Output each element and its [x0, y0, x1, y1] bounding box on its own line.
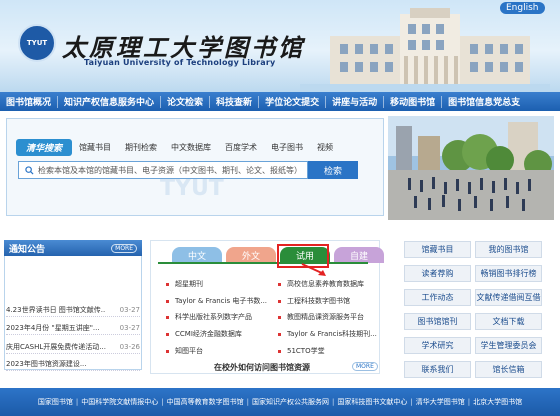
nav-item-ip-center[interactable]: 知识产权信息服务中心 [58, 95, 160, 108]
footer-link[interactable]: 清华大学图书馆 [416, 397, 465, 407]
footer-separator: | [246, 398, 249, 406]
search-tab-tsinghua[interactable]: 清华搜索 [16, 139, 73, 156]
notice-title: 通知公告 [9, 244, 46, 255]
search-tab-catalog[interactable]: 馆藏书目 [72, 142, 118, 153]
site-footer: 国家图书馆 | 中国科学院文献情报中心 | 中国高等教育数字图书馆 | 国家知识产权公… [0, 388, 560, 416]
quick-link-contact[interactable]: 联系我们 [404, 361, 471, 378]
footer-link[interactable]: 国家知识产权公共服务网 [252, 397, 329, 407]
notice-item[interactable]: 庆用CASHL开展免费传递活动... 03-26 [6, 340, 140, 354]
footer-separator: | [332, 398, 335, 406]
notice-item-date: 03-27 [119, 305, 140, 314]
footer-separator: | [161, 398, 164, 406]
quick-link-student-committee[interactable]: 学生管理委员会 [475, 337, 542, 354]
search-watermark: TYUT [160, 176, 224, 201]
nav-item-paper-search[interactable]: 论文检索 [161, 95, 209, 108]
quick-link-director-mailbox[interactable]: 馆长信箱 [475, 361, 542, 378]
search-tab-ebooks[interactable]: 电子图书 [264, 142, 310, 153]
notice-item[interactable]: 2023年4月份 "星期五讲座"... 03-27 [6, 321, 140, 335]
footer-link[interactable]: 中国高等教育数字图书馆 [167, 397, 244, 407]
campus-photo [388, 116, 554, 220]
english-site-link[interactable]: English [500, 2, 545, 14]
quick-link-library-journal[interactable]: 图书馆馆刊 [404, 313, 471, 330]
bullet-icon [278, 349, 281, 353]
search-tab-video[interactable]: 视频 [310, 142, 340, 153]
notice-more-button[interactable]: MORE [111, 243, 137, 253]
res-item[interactable]: Taylor & Francis科技期刊... [278, 328, 378, 340]
bullet-icon [278, 299, 281, 303]
res-tab-foreign[interactable]: 外文 [226, 247, 276, 263]
bullet-icon [166, 332, 169, 336]
quick-link-bestsellers[interactable]: 畅销图书排行榜 [475, 265, 542, 282]
main-nav: 图书馆概况 知识产权信息服务中心 论文检索 科技查新 学位论文提交 讲座与活动 … [0, 92, 560, 111]
res-item[interactable]: 超星期刊 [166, 278, 274, 290]
nav-item-mobile-library[interactable]: 移动图书馆 [384, 95, 441, 108]
footer-separator: | [467, 398, 471, 406]
notice-item-text: 4.23世界读书日 图书馆文献传... [6, 305, 106, 314]
off-campus-access-link[interactable]: 在校外如何访问图书馆资源 [214, 362, 310, 373]
notice-item-date: 03-27 [119, 323, 140, 332]
res-item[interactable]: Taylor & Francis 电子书数... [166, 295, 274, 307]
arrow-annotation-icon [301, 263, 326, 276]
res-item[interactable]: 高校信息素养教育数据库 [278, 278, 378, 290]
bullet-icon [166, 315, 169, 319]
search-tabs: 清华搜索 馆藏书目 期刊检索 中文数据库 百度学术 电子图书 视频 [16, 139, 340, 156]
notice-item-text: 2023年4月份 "星期五讲座"... [6, 323, 100, 332]
search-tab-journals[interactable]: 期刊检索 [118, 142, 164, 153]
res-tab-chinese[interactable]: 中文 [172, 247, 222, 263]
quick-link-research[interactable]: 学术研究 [404, 337, 471, 354]
quick-link-document-delivery[interactable]: 文献传递借阅互借 [475, 289, 542, 306]
notice-item-text: 庆用CASHL开展免费传递活动... [6, 342, 106, 351]
res-more-button[interactable]: MORE [352, 362, 378, 371]
footer-separator: | [75, 398, 79, 406]
notice-item-date: 03-26 [119, 342, 140, 351]
search-icon [25, 165, 34, 175]
bullet-icon [278, 332, 281, 336]
res-item[interactable]: CCMI经济金融数据库 [166, 328, 274, 340]
res-item[interactable]: 工程科技数字图书馆 [278, 295, 378, 307]
search-input[interactable]: 检索本馆及本馆的馆藏书目、电子资源（中文图书、期刊、论文、报纸等） [18, 161, 308, 179]
search-button[interactable]: 检索 [308, 161, 358, 179]
footer-link[interactable]: 北京大学图书馆 [473, 397, 522, 407]
res-item[interactable]: 教图精品课资源服务平台 [278, 311, 378, 323]
bullet-icon [166, 299, 169, 303]
nav-item-party-branch[interactable]: 图书馆信息党总支 [442, 95, 526, 108]
notice-item[interactable]: 4.23世界读书日 图书馆文献传... 03-27 [6, 303, 140, 317]
quick-link-work-news[interactable]: 工作动态 [404, 289, 471, 306]
nav-item-thesis-submit[interactable]: 学位论文提交 [259, 95, 325, 108]
footer-link[interactable]: 中国科学院文献情报中心 [81, 397, 158, 407]
quick-link-catalog[interactable]: 馆藏书目 [404, 241, 471, 258]
nav-item-novelty-search[interactable]: 科技查新 [210, 95, 258, 108]
res-tab-self-built[interactable]: 自建 [334, 247, 384, 263]
bullet-icon [166, 349, 169, 353]
search-placeholder: 检索本馆及本馆的馆藏书目、电子资源（中文图书、期刊、论文、报纸等） [38, 165, 302, 175]
quick-link-purchase-request[interactable]: 读者荐购 [404, 265, 471, 282]
site-header: TYUT 太原理工大学图书馆 Taiyuan University of Tec… [0, 0, 560, 92]
res-item[interactable]: 知图平台 [166, 345, 274, 357]
footer-link[interactable]: 国家图书馆 [38, 397, 73, 407]
university-logo[interactable]: TYUT [18, 24, 56, 62]
bullet-icon [278, 282, 281, 286]
notice-item[interactable]: 2023年图书馆资源建设... [6, 357, 140, 371]
res-item[interactable]: 科学出版社系列数字产品 [166, 311, 274, 323]
res-tab-underline [158, 262, 368, 264]
quick-link-my-library[interactable]: 我的图书馆 [475, 241, 542, 258]
bullet-icon [166, 282, 169, 286]
notice-header: 通知公告 MORE [4, 240, 142, 256]
res-item[interactable]: 51CTO学堂 [278, 345, 378, 357]
search-tab-cn-db[interactable]: 中文数据库 [164, 142, 218, 153]
footer-link[interactable]: 国家科技图书文献中心 [337, 397, 407, 407]
nav-item-overview[interactable]: 图书馆概况 [0, 95, 57, 108]
library-title-en: Taiyuan University of Technology Library [84, 58, 276, 67]
quick-link-downloads[interactable]: 文档下载 [475, 313, 542, 330]
bullet-icon [278, 315, 281, 319]
notice-item-text: 2023年图书馆资源建设... [6, 359, 87, 368]
library-building-image [300, 8, 550, 92]
footer-separator: | [410, 398, 413, 406]
nav-item-lectures[interactable]: 讲座与活动 [326, 95, 383, 108]
search-tab-baidu[interactable]: 百度学术 [218, 142, 264, 153]
